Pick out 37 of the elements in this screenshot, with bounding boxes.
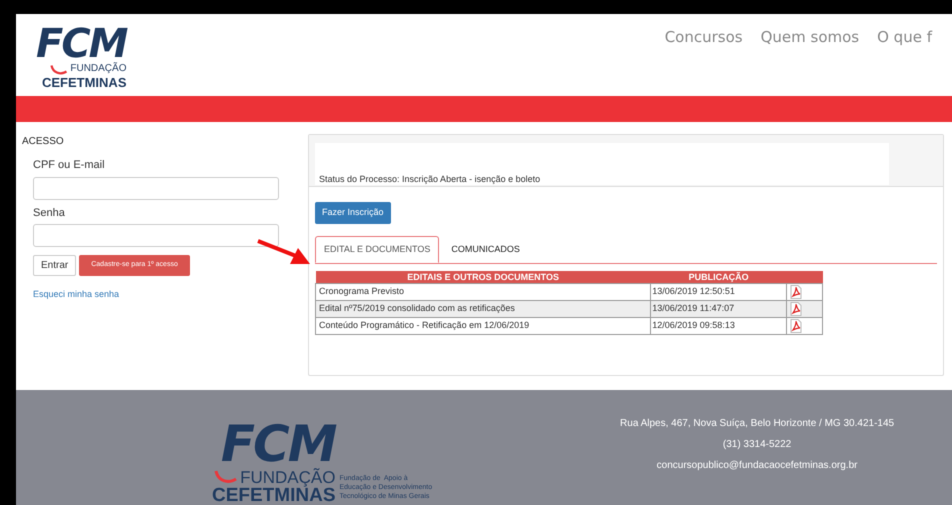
register-button[interactable]: Fazer Inscrição	[315, 202, 391, 224]
logo-mark: FCM	[36, 24, 126, 64]
nav-link[interactable]: Quem somos	[760, 26, 860, 96]
column-header: PUBLICAÇÃO	[650, 270, 787, 284]
swoosh-icon	[50, 64, 68, 76]
contact-text: concursopublico@fundacaocefetminas.org.br	[656, 459, 858, 473]
field-label: Senha	[33, 206, 66, 220]
table-cell: Conteúdo Programático - Retificação em 12/06/2019	[316, 317, 651, 334]
tab[interactable]: COMUNICADOS	[439, 236, 532, 263]
contact-text: (31) 3314-5222	[722, 438, 792, 452]
table-cell: 13/06/2019 12:50:51	[650, 283, 787, 300]
nav-link[interactable]: Concursos	[664, 26, 743, 96]
table-cell: 12/06/2019 09:58:13	[650, 317, 787, 334]
input-field[interactable]	[33, 224, 279, 247]
field-label: CPF ou E-mail	[33, 158, 106, 173]
pdf-file-icon[interactable]	[790, 318, 802, 333]
logo-mark: FCM	[220, 419, 336, 469]
status-text: Status do Processo: Inscrição Aberta - isenção e boleto	[319, 173, 540, 186]
pdf-file-icon[interactable]	[790, 284, 802, 299]
table-cell: Cronograma Previsto	[316, 283, 651, 300]
section-title: ACESSO	[22, 135, 65, 149]
login-button[interactable]: Entrar	[33, 255, 76, 276]
nav-link[interactable]: O que f	[877, 26, 932, 96]
input-field[interactable]	[33, 176, 279, 200]
logo-text: CEFETMINAS	[42, 76, 126, 89]
logo-text: FUNDAÇÃO	[70, 64, 126, 74]
table-cell: 13/06/2019 11:47:07	[650, 300, 787, 318]
pdf-file-icon[interactable]	[790, 302, 802, 316]
logo-text: FUNDAÇÃO	[240, 469, 336, 486]
logo-text: CEFETMINAS	[212, 486, 336, 505]
forgot-password-link[interactable]: Esqueci minha senha	[33, 288, 288, 302]
tab[interactable]: EDITAL E DOCUMENTOS	[315, 236, 440, 263]
pointer-arrow	[256, 238, 310, 266]
table-cell: Edital nº75/2019 consolidado com as retificações	[316, 300, 651, 318]
contact-text: Rua Alpes, 467, Nova Suíça, Belo Horizonte / MG 30.421-145	[620, 417, 894, 431]
column-header: EDITAIS E OUTROS DOCUMENTOS	[316, 270, 651, 284]
swoosh-icon	[214, 469, 238, 485]
